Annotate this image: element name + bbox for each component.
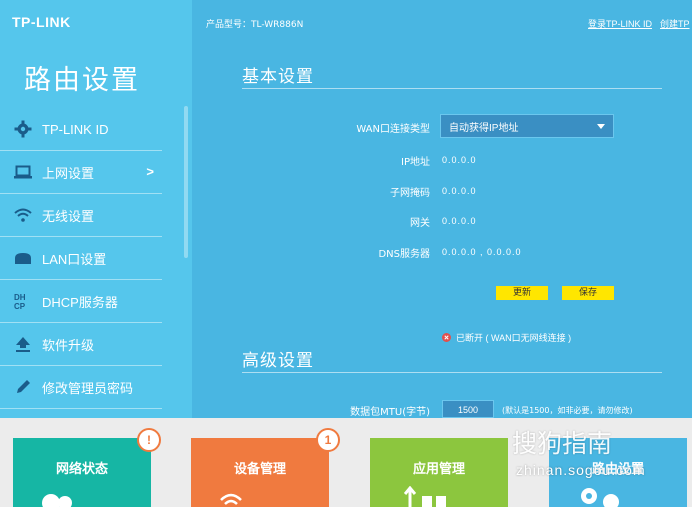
wan-type-select[interactable]: 自动获得IP地址	[440, 114, 614, 138]
tile-label: 网络状态	[55, 462, 108, 477]
upload-icon	[12, 334, 34, 354]
advanced-settings-title: 高级设置	[242, 351, 314, 371]
sidebar: TP-LINK 路由设置 TP-LINK ID 上网设置 > 无线设置 LAN口…	[0, 0, 192, 418]
ip-value: 0.0.0.0	[442, 155, 477, 165]
sidebar-item-label: 软件升级	[42, 337, 95, 353]
mtu-input[interactable]: 1500	[442, 400, 494, 418]
sidebar-item-tplink-id[interactable]: TP-LINK ID	[0, 108, 162, 151]
mtu-label: 数据包MTU(字节)	[350, 407, 430, 418]
main-panel: 产品型号：TL-WR886N 登录TP-LINK ID 创建TP 基本设置 WA…	[192, 0, 692, 418]
login-tplink-id-link[interactable]: 登录TP-LINK ID	[588, 17, 652, 30]
sogou-watermark: 搜狗指南	[512, 429, 613, 458]
tile-app-management[interactable]: 应用管理	[370, 438, 508, 507]
wan-type-label: WAN口连接类型	[356, 124, 430, 135]
tile-count-badge: 1	[316, 428, 340, 452]
wifi-icon	[220, 493, 242, 505]
tile-label: 设备管理	[233, 462, 286, 477]
lan-icon	[12, 248, 34, 268]
gear-icon	[581, 488, 619, 507]
laptop-icon	[12, 162, 34, 182]
tile-device-management[interactable]: 设备管理	[191, 438, 329, 507]
ip-label: IP地址	[401, 157, 430, 168]
save-button[interactable]: 保存	[562, 286, 614, 300]
sidebar-item-label: DHCP服务器	[42, 294, 118, 310]
tile-network-status[interactable]: 网络状态	[13, 438, 151, 507]
connection-status: 已断开 ( WAN口无网线连接 )	[442, 331, 571, 344]
refresh-button[interactable]: 更新	[496, 286, 548, 300]
sidebar-item-label: 无线设置	[42, 208, 95, 224]
gear-icon	[12, 119, 34, 139]
sidebar-menu: TP-LINK ID 上网设置 > 无线设置 LAN口设置 DH CP DHCP…	[0, 108, 192, 409]
caret-down-icon	[597, 124, 605, 129]
gateway-label: 网关	[410, 218, 430, 229]
sidebar-item-label: 上网设置	[42, 165, 95, 181]
sogou-watermark-url: zhinan.sogou.com	[516, 462, 646, 478]
sidebar-item-label: 修改管理员密码	[42, 380, 134, 396]
tile-label: 应用管理	[412, 462, 465, 477]
svg-text:CP: CP	[14, 302, 26, 310]
sidebar-item-label: LAN口设置	[42, 251, 107, 267]
connection-status-text: 已断开 ( WAN口无网线连接 )	[456, 333, 572, 343]
apps-icon	[404, 486, 446, 507]
dns-label: DNS服务器	[378, 249, 430, 260]
sidebar-item-password[interactable]: 修改管理员密码	[0, 366, 162, 409]
chevron-right-icon: >	[146, 164, 154, 179]
sidebar-item-wireless[interactable]: 无线设置	[0, 194, 162, 237]
sidebar-scrollbar[interactable]	[184, 106, 188, 258]
divider	[242, 372, 662, 373]
create-tplink-id-link[interactable]: 创建TP	[660, 17, 690, 30]
sidebar-title: 路由设置	[24, 65, 140, 96]
top-bar: 产品型号：TL-WR886N 登录TP-LINK ID 创建TP	[192, 0, 692, 40]
sidebar-item-upgrade[interactable]: 软件升级	[0, 323, 162, 366]
sidebar-item-internet[interactable]: 上网设置 >	[0, 151, 162, 194]
dhcp-icon: DH CP	[12, 291, 34, 311]
basic-settings-title: 基本设置	[242, 67, 314, 87]
product-model: 产品型号：TL-WR886N	[206, 20, 304, 30]
wifi-icon	[12, 205, 34, 225]
subnet-mask-label: 子网掩码	[390, 188, 430, 199]
chat-icon	[42, 494, 72, 507]
sidebar-item-label: TP-LINK ID	[42, 121, 109, 137]
wan-type-value: 自动获得IP地址	[449, 122, 519, 134]
error-icon	[442, 333, 451, 342]
mtu-hint: (默认是1500，如非必要，请勿修改)	[502, 406, 633, 415]
divider	[242, 88, 662, 89]
gateway-value: 0.0.0.0	[442, 216, 477, 226]
pencil-icon	[12, 377, 34, 397]
sidebar-item-dhcp[interactable]: DH CP DHCP服务器	[0, 280, 162, 323]
router-admin-page: TP-LINK 路由设置 TP-LINK ID 上网设置 > 无线设置 LAN口…	[0, 0, 692, 418]
subnet-mask-value: 0.0.0.0	[442, 186, 477, 196]
tp-link-logo: TP-LINK	[12, 14, 71, 30]
tile-alert-badge: !	[137, 428, 161, 452]
svg-text:DH: DH	[14, 293, 26, 302]
sidebar-item-lan[interactable]: LAN口设置	[0, 237, 162, 280]
dns-value: 0.0.0.0 , 0.0.0.0	[442, 247, 522, 257]
